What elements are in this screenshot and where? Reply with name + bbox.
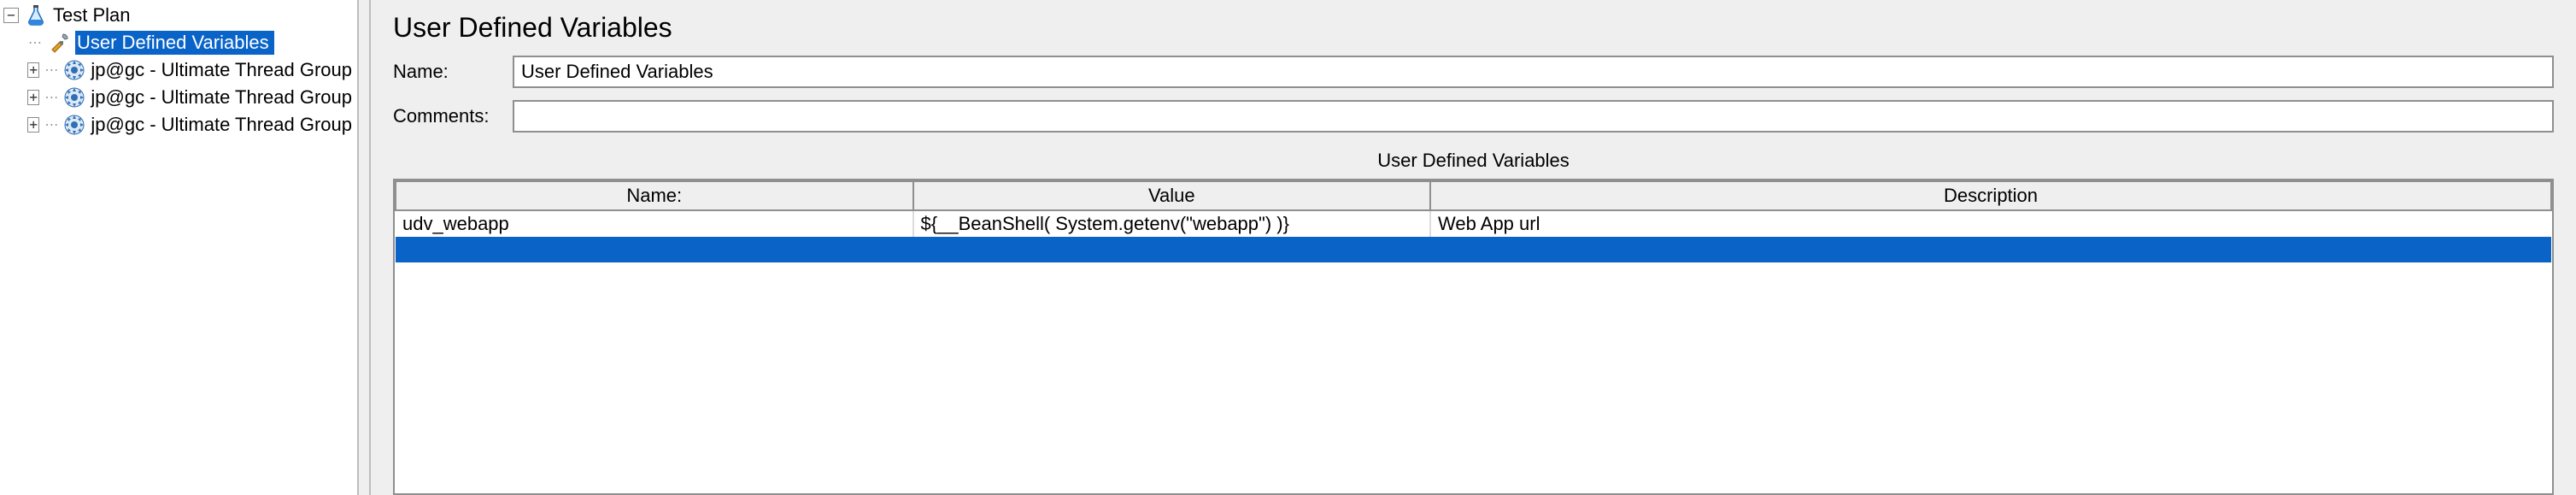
cell-value[interactable]: ${__BeanShell( System.getenv("webapp") )… (913, 210, 1431, 237)
flask-icon (24, 3, 48, 27)
cell-empty[interactable] (913, 237, 1431, 262)
tree-panel: − Test Plan ⋯ User Defined Variables (0, 0, 359, 495)
app-root: − Test Plan ⋯ User Defined Variables (0, 0, 2576, 495)
table-row-selected[interactable] (396, 237, 2551, 262)
cell-empty[interactable] (396, 237, 913, 262)
splitter[interactable] (359, 0, 371, 495)
comments-row: Comments: (393, 100, 2554, 133)
tools-icon (48, 31, 72, 55)
variables-table: Name: Value Description udv_webapp ${__B… (393, 179, 2554, 495)
table-row[interactable]: udv_webapp ${__BeanShell( System.getenv(… (396, 210, 2551, 237)
main-panel: User Defined Variables Name: Comments: U… (371, 0, 2576, 495)
expander-plus-icon[interactable]: + (27, 117, 39, 133)
table-header-row: Name: Value Description (396, 181, 2551, 210)
expander-minus-icon[interactable]: − (3, 8, 19, 23)
gear-icon (63, 85, 85, 109)
gear-icon (63, 58, 85, 82)
expander-plus-icon[interactable]: + (27, 90, 39, 105)
gear-icon (63, 113, 85, 137)
tree-item-thread-2-label: jp@gc - Ultimate Thread Group (89, 85, 357, 109)
col-header-name[interactable]: Name: (396, 181, 913, 210)
col-header-description[interactable]: Description (1430, 181, 2551, 210)
tree-connector-icon: ⋯ (44, 62, 58, 78)
comments-input[interactable] (513, 100, 2554, 133)
col-header-value[interactable]: Value (913, 181, 1431, 210)
name-row: Name: (393, 56, 2554, 88)
tree-root-label: Test Plan (51, 3, 136, 27)
tree-item-udv-label: User Defined Variables (75, 31, 274, 55)
tree-item-thread-1[interactable]: + ⋯ jp@gc - Ultimate Thread Group (0, 56, 357, 84)
tree-root-row[interactable]: − Test Plan (0, 2, 357, 29)
comments-label: Comments: (393, 105, 513, 127)
tree-item-thread-3[interactable]: + ⋯ jp@gc - Ultimate Thread Group (0, 111, 357, 138)
cell-empty[interactable] (1430, 237, 2551, 262)
name-input[interactable] (513, 56, 2554, 88)
tree-item-thread-1-label: jp@gc - Ultimate Thread Group (89, 58, 357, 82)
expander-plus-icon[interactable]: + (27, 62, 39, 78)
tree-connector-icon: ⋯ (44, 117, 58, 133)
tree-item-thread-2[interactable]: + ⋯ jp@gc - Ultimate Thread Group (0, 84, 357, 111)
tree-item-udv[interactable]: ⋯ User Defined Variables (0, 29, 357, 56)
name-label: Name: (393, 61, 513, 83)
cell-name[interactable]: udv_webapp (396, 210, 913, 237)
page-title: User Defined Variables (393, 12, 2554, 44)
cell-description[interactable]: Web App url (1430, 210, 2551, 237)
tree-connector-icon: ⋯ (44, 90, 58, 105)
tree-connector-icon: ⋯ (27, 35, 43, 50)
section-title: User Defined Variables (393, 150, 2554, 172)
tree-item-thread-3-label: jp@gc - Ultimate Thread Group (89, 113, 357, 137)
